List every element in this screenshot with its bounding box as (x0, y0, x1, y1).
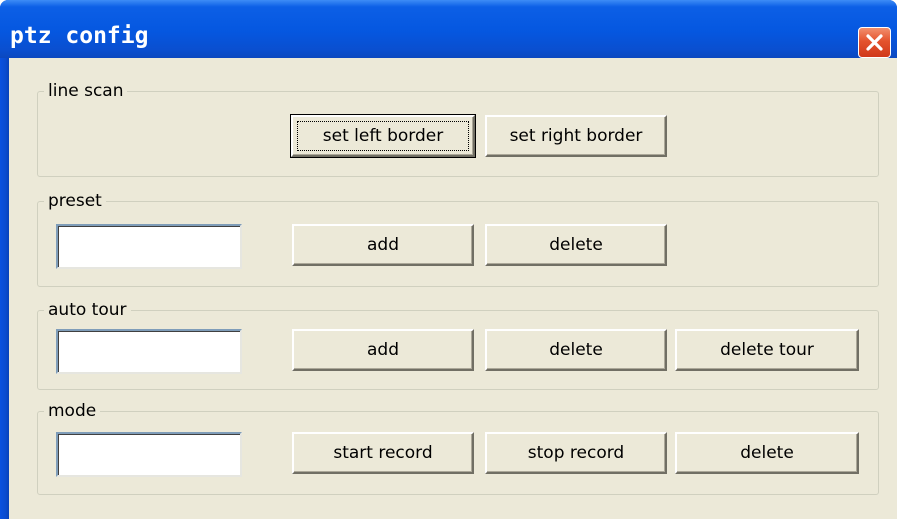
preset-add-label: add (367, 235, 399, 255)
dialog-body: line scan set left border set right bord… (9, 58, 897, 519)
preset-delete-label: delete (549, 235, 603, 255)
set-left-border-label: set left border (322, 126, 444, 146)
close-button[interactable] (858, 27, 891, 58)
close-icon (866, 34, 883, 51)
set-right-border-button[interactable]: set right border (485, 115, 667, 157)
window-title: ptz config (10, 23, 149, 49)
auto-tour-delete-label: delete (549, 340, 603, 360)
set-right-border-label: set right border (509, 126, 643, 146)
start-record-label: start record (333, 443, 433, 463)
auto-tour-add-label: add (367, 340, 399, 360)
line-scan-label: line scan (44, 81, 128, 101)
mode-input[interactable] (56, 432, 242, 477)
stop-record-label: stop record (527, 443, 625, 463)
auto-tour-label: auto tour (44, 300, 131, 320)
preset-label: preset (44, 191, 106, 211)
preset-delete-button[interactable]: delete (485, 224, 667, 266)
auto-tour-input[interactable] (56, 329, 242, 374)
ptz-config-dialog: ptz config line scan set left border set… (0, 0, 897, 519)
set-left-border-button[interactable]: set left border (290, 114, 476, 158)
title-bar[interactable]: ptz config (0, 0, 897, 58)
window-left-border (0, 58, 9, 519)
stop-record-button[interactable]: stop record (485, 432, 667, 474)
preset-add-button[interactable]: add (292, 224, 474, 266)
delete-tour-label: delete tour (720, 340, 814, 360)
preset-input[interactable] (56, 224, 242, 269)
mode-delete-label: delete (740, 443, 794, 463)
auto-tour-delete-button[interactable]: delete (485, 329, 667, 371)
auto-tour-add-button[interactable]: add (292, 329, 474, 371)
delete-tour-button[interactable]: delete tour (675, 329, 859, 371)
start-record-button[interactable]: start record (292, 432, 474, 474)
mode-delete-button[interactable]: delete (675, 432, 859, 474)
mode-label: mode (44, 401, 101, 421)
